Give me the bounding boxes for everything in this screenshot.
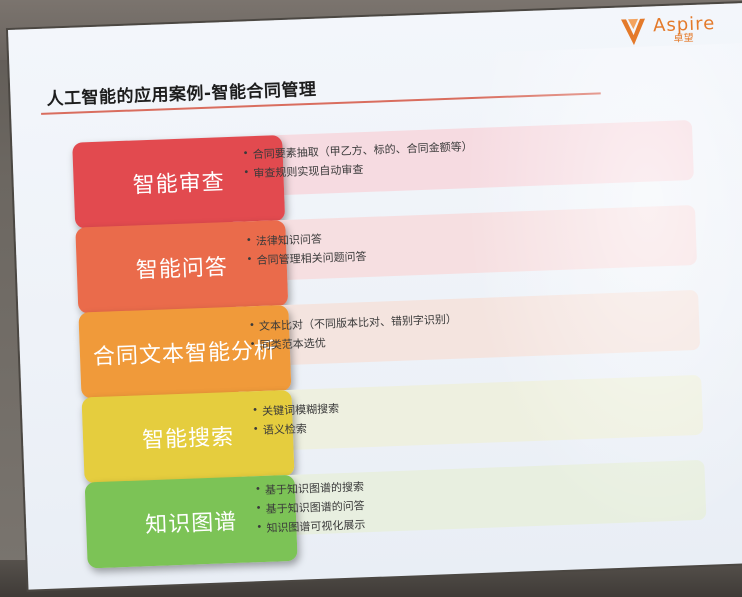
feature-bullets: • 关键词模糊搜索 • 语义检索 xyxy=(252,398,340,439)
feature-bullets: • 文本比对（不同版本比对、错别字识别） • 同类范本选优 xyxy=(249,309,458,355)
bullet-item: • 知识图谱可视化展示 xyxy=(256,517,366,535)
feature-label: 智能审查 xyxy=(132,170,226,199)
aspire-logo-icon xyxy=(620,18,645,46)
logo-chinese-name: 卓望 xyxy=(673,32,694,45)
feature-label: 智能搜索 xyxy=(141,424,235,454)
bullet-item: • 语义检索 xyxy=(252,421,308,437)
projector-screen: Aspire 卓望 人工智能的应用案例-智能合同管理 智能审查 • 合同要素抽取（… xyxy=(8,3,742,590)
aspire-logo: Aspire 卓望 xyxy=(619,13,716,48)
feature-bullets: • 法律知识问答 • 合同管理相关问题问答 xyxy=(246,227,367,269)
feature-bullets: • 基于知识图谱的搜索 • 基于知识图谱的问答 • 知识图谱可视化展示 xyxy=(255,476,366,537)
feature-label: 智能问答 xyxy=(135,255,229,284)
feature-label: 知识图谱 xyxy=(144,509,238,539)
